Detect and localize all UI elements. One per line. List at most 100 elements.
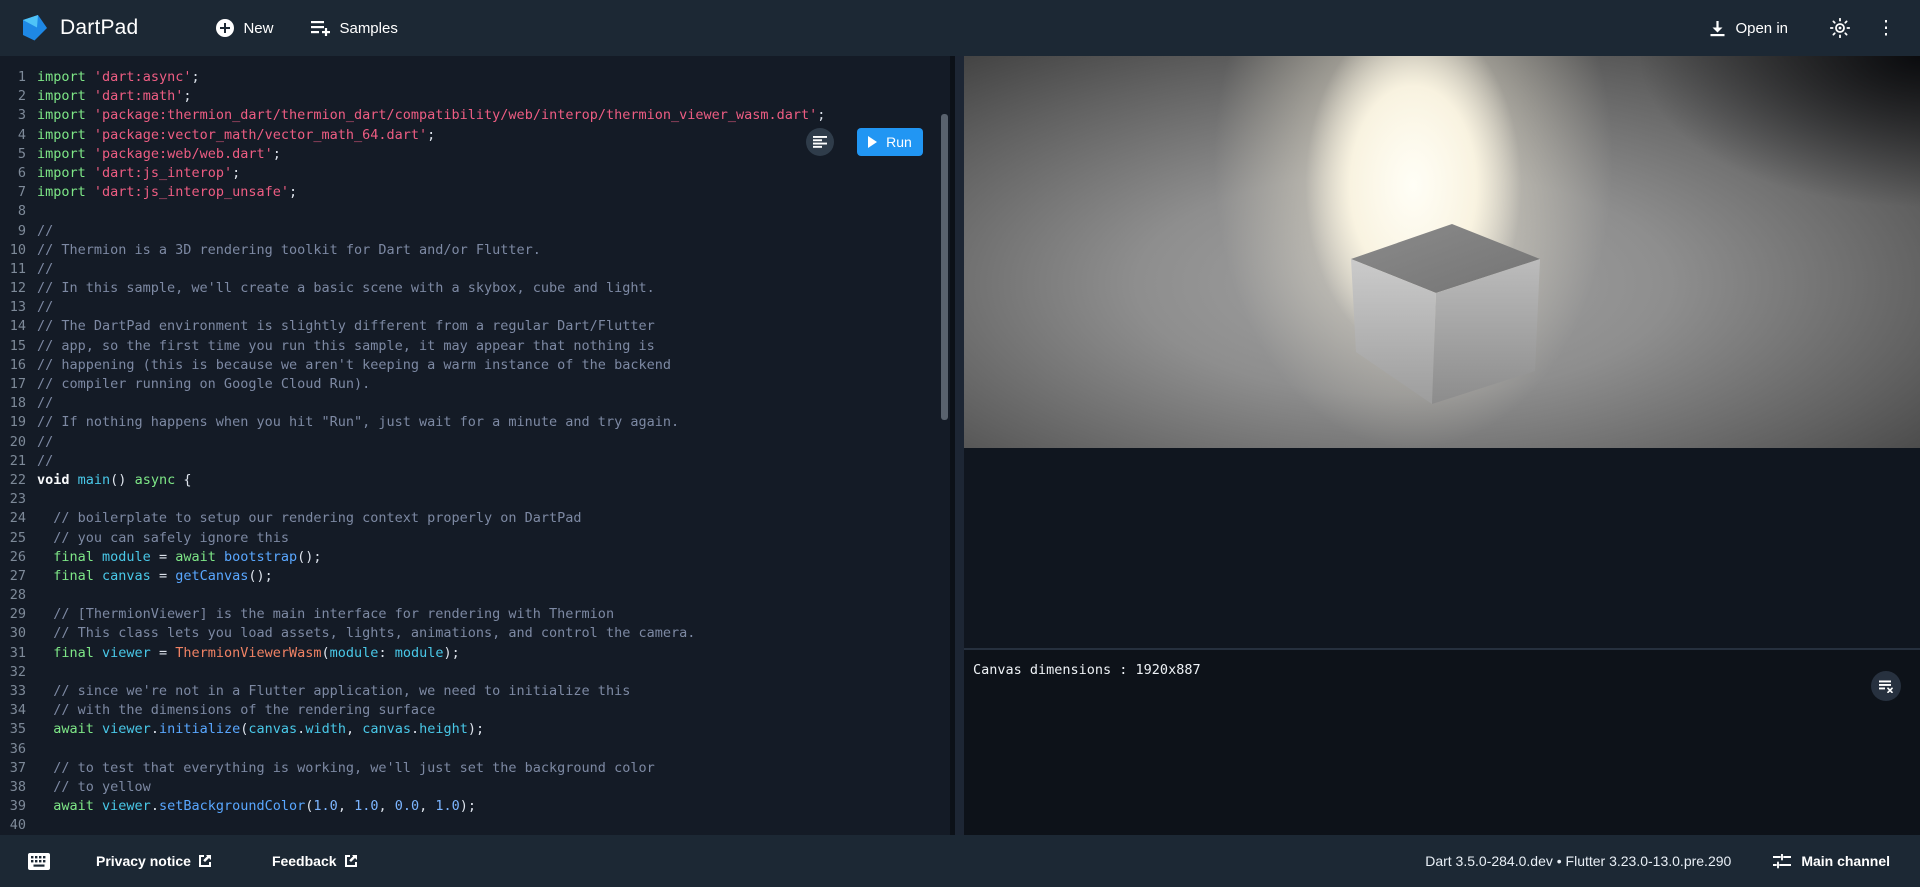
run-button-label: Run: [886, 134, 912, 150]
privacy-notice-link[interactable]: Privacy notice: [96, 853, 212, 869]
new-button[interactable]: New: [210, 10, 279, 46]
keyboard-icon: [28, 853, 50, 870]
code-line[interactable]: 9//: [0, 222, 950, 241]
line-number: 23: [0, 490, 26, 509]
line-number: 2: [0, 87, 26, 106]
cube-3d: [964, 56, 1920, 448]
plus-icon: [216, 19, 234, 37]
version-info: Dart 3.5.0-284.0.dev • Flutter 3.23.0-13…: [1425, 853, 1731, 869]
header-right: Open in ⋮: [1703, 8, 1920, 48]
code-line[interactable]: 14// The DartPad environment is slightly…: [0, 317, 950, 336]
open-in-button[interactable]: Open in: [1703, 10, 1794, 46]
line-number: 35: [0, 720, 26, 739]
code-line[interactable]: 30 // This class lets you load assets, l…: [0, 624, 950, 643]
code-line[interactable]: 27 final canvas = getCanvas();: [0, 567, 950, 586]
line-number: 16: [0, 356, 26, 375]
line-number: 5: [0, 145, 26, 164]
open-in-label: Open in: [1735, 20, 1788, 37]
code-line[interactable]: 40: [0, 816, 950, 835]
code-line[interactable]: 21//: [0, 452, 950, 471]
keyboard-shortcuts-button[interactable]: [28, 853, 50, 870]
header: DartPad New Samples Open in: [0, 0, 1920, 56]
output-panel: Canvas dimensions : 1920x887: [964, 56, 1920, 835]
line-number: 25: [0, 529, 26, 548]
feedback-link[interactable]: Feedback: [272, 853, 358, 869]
line-number: 13: [0, 298, 26, 317]
clear-console-icon: [1879, 680, 1893, 693]
brightness-icon: [1830, 18, 1850, 38]
code-line[interactable]: 15// app, so the first time you run this…: [0, 337, 950, 356]
code-line[interactable]: 2import 'dart:math';: [0, 87, 950, 106]
tune-icon: [1773, 854, 1791, 869]
line-number: 24: [0, 509, 26, 528]
play-icon: [868, 136, 877, 148]
code-line[interactable]: 3import 'package:thermion_dart/thermion_…: [0, 106, 950, 125]
line-number: 34: [0, 701, 26, 720]
line-number: 27: [0, 567, 26, 586]
code-line[interactable]: 18//: [0, 394, 950, 413]
code-line[interactable]: 24 // boilerplate to setup our rendering…: [0, 509, 950, 528]
feedback-label: Feedback: [272, 853, 337, 869]
line-number: 21: [0, 452, 26, 471]
line-number: 29: [0, 605, 26, 624]
code-line[interactable]: 6import 'dart:js_interop';: [0, 164, 950, 183]
code-line[interactable]: 38 // to yellow: [0, 778, 950, 797]
code-line[interactable]: 7import 'dart:js_interop_unsafe';: [0, 183, 950, 202]
panel-splitter[interactable]: [950, 56, 964, 835]
render-viewport-canvas[interactable]: [964, 56, 1920, 448]
new-button-label: New: [243, 20, 273, 37]
external-link-icon: [344, 854, 358, 868]
code-editor-panel[interactable]: 1import 'dart:async';2import 'dart:math'…: [0, 56, 950, 835]
run-button[interactable]: Run: [857, 128, 923, 156]
code-line[interactable]: 13//: [0, 298, 950, 317]
code-line[interactable]: 34 // with the dimensions of the renderi…: [0, 701, 950, 720]
code-line[interactable]: 22void main() async {: [0, 471, 950, 490]
code-lines[interactable]: 1import 'dart:async';2import 'dart:math'…: [0, 56, 950, 835]
line-number: 36: [0, 740, 26, 759]
code-line[interactable]: 11//: [0, 260, 950, 279]
code-line[interactable]: 33 // since we're not in a Flutter appli…: [0, 682, 950, 701]
format-icon: [813, 136, 827, 148]
overflow-menu-button[interactable]: ⋮: [1866, 8, 1906, 48]
footer-right: Dart 3.5.0-284.0.dev • Flutter 3.23.0-13…: [1425, 853, 1920, 869]
code-line[interactable]: 23: [0, 490, 950, 509]
code-line[interactable]: 19// If nothing happens when you hit "Ru…: [0, 413, 950, 432]
code-line[interactable]: 35 await viewer.initialize(canvas.width,…: [0, 720, 950, 739]
line-number: 7: [0, 183, 26, 202]
app-title: DartPad: [60, 16, 138, 40]
code-line[interactable]: 16// happening (this is because we aren'…: [0, 356, 950, 375]
theme-brightness-button[interactable]: [1820, 8, 1860, 48]
line-number: 14: [0, 317, 26, 336]
code-line[interactable]: 31 final viewer = ThermionViewerWasm(mod…: [0, 644, 950, 663]
output-panel-filler: [964, 448, 1920, 648]
code-line[interactable]: 36: [0, 740, 950, 759]
format-button[interactable]: [806, 128, 834, 156]
samples-button-label: Samples: [339, 20, 397, 37]
dart-logo-icon: [20, 13, 50, 43]
editor-scrollbar-thumb[interactable]: [941, 114, 948, 420]
line-number: 31: [0, 644, 26, 663]
line-number: 9: [0, 222, 26, 241]
code-line[interactable]: 29 // [ThermionViewer] is the main inter…: [0, 605, 950, 624]
code-line[interactable]: 17// compiler running on Google Cloud Ru…: [0, 375, 950, 394]
line-number: 38: [0, 778, 26, 797]
line-number: 15: [0, 337, 26, 356]
code-line[interactable]: 10// Thermion is a 3D rendering toolkit …: [0, 241, 950, 260]
code-line[interactable]: 28: [0, 586, 950, 605]
footer: Privacy notice Feedback Dart 3.5.0-284.0…: [0, 835, 1920, 887]
line-number: 30: [0, 624, 26, 643]
code-line[interactable]: 12// In this sample, we'll create a basi…: [0, 279, 950, 298]
code-line[interactable]: 25 // you can safely ignore this: [0, 529, 950, 548]
code-line[interactable]: 32: [0, 663, 950, 682]
channel-selector[interactable]: Main channel: [1773, 853, 1890, 869]
line-number: 8: [0, 202, 26, 221]
code-line[interactable]: 37 // to test that everything is working…: [0, 759, 950, 778]
code-line[interactable]: 20//: [0, 433, 950, 452]
console-panel: Canvas dimensions : 1920x887: [964, 648, 1920, 835]
code-line[interactable]: 1import 'dart:async';: [0, 68, 950, 87]
clear-console-button[interactable]: [1871, 671, 1901, 701]
code-line[interactable]: 8: [0, 202, 950, 221]
samples-button[interactable]: Samples: [305, 10, 403, 46]
code-line[interactable]: 26 final module = await bootstrap();: [0, 548, 950, 567]
code-line[interactable]: 39 await viewer.setBackgroundColor(1.0, …: [0, 797, 950, 816]
